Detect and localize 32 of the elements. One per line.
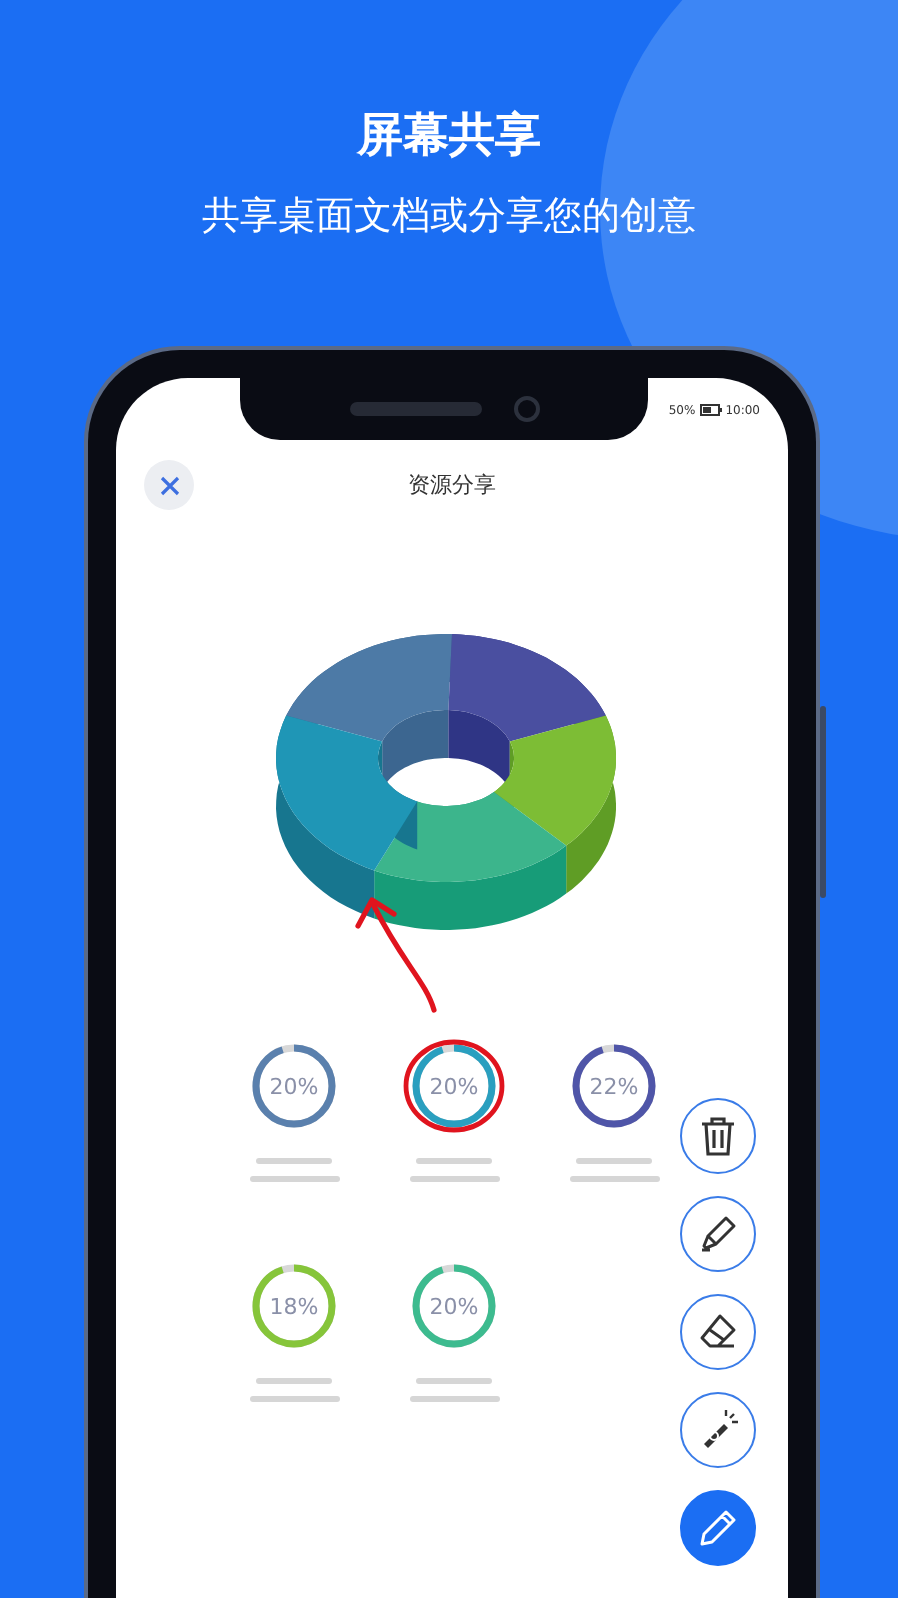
close-button[interactable] — [144, 460, 194, 510]
placeholder-line — [576, 1158, 652, 1164]
percent-label: 18% — [269, 1293, 319, 1319]
camera-icon — [513, 396, 539, 422]
delete-button[interactable] — [680, 1098, 756, 1174]
pen-tool-button[interactable] — [680, 1490, 756, 1566]
headline-title: 屏幕共享 — [354, 108, 543, 166]
battery-icon — [699, 404, 722, 416]
placeholder-line — [249, 1396, 339, 1402]
eraser-icon — [698, 1312, 738, 1352]
placeholder-line — [416, 1158, 492, 1164]
pencil-icon — [698, 1508, 738, 1548]
placeholder-line — [256, 1378, 332, 1384]
percent-label: 20% — [429, 1073, 479, 1099]
headline-subtitle: 共享桌面文档或分享您的创意 — [200, 192, 698, 242]
highlighter-tool-button[interactable] — [680, 1196, 756, 1272]
placeholder-line — [569, 1176, 659, 1182]
close-icon — [157, 473, 181, 497]
highlighter-icon — [698, 1214, 738, 1254]
screen-title: 资源分享 — [408, 469, 496, 499]
placeholder-line — [256, 1158, 332, 1164]
trash-icon — [700, 1116, 736, 1156]
placeholder-line — [416, 1378, 492, 1384]
placeholder-line — [409, 1176, 499, 1182]
placeholder-line — [409, 1396, 499, 1402]
percent-label: 20% — [429, 1293, 479, 1319]
eraser-tool-button[interactable] — [680, 1294, 756, 1370]
laser-tool-button[interactable] — [680, 1392, 756, 1468]
speaker-grille — [349, 402, 481, 416]
placeholder-line — [249, 1176, 339, 1182]
percent-label: 20% — [269, 1073, 319, 1099]
percent-label: 22% — [589, 1073, 639, 1099]
